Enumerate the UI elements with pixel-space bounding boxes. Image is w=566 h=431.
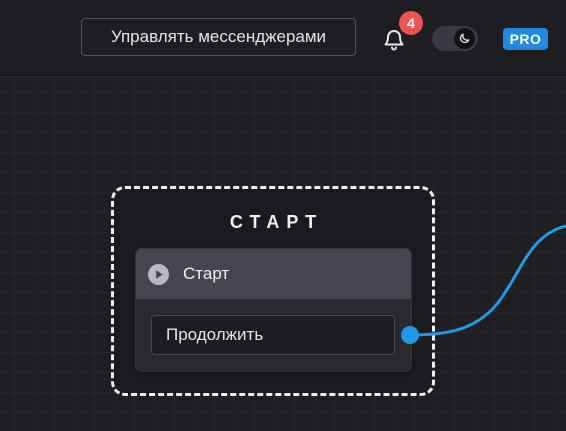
start-node-title: Старт (183, 264, 230, 283)
pro-badge[interactable]: PRO (503, 28, 548, 50)
group-title: СТАРТ (229, 212, 324, 232)
play-icon (148, 264, 169, 285)
top-bar: Управлять мессенджерами 4 PRO (0, 0, 566, 76)
manage-messengers-button[interactable]: Управлять мессенджерами (81, 18, 356, 56)
theme-toggle[interactable] (432, 26, 478, 51)
notifications-count-badge: 4 (399, 11, 423, 35)
start-node-header[interactable]: Старт (136, 249, 411, 299)
continue-option[interactable]: Продолжить (151, 315, 395, 355)
moon-icon (454, 28, 475, 49)
start-node[interactable]: Старт Продолжить (136, 249, 411, 371)
